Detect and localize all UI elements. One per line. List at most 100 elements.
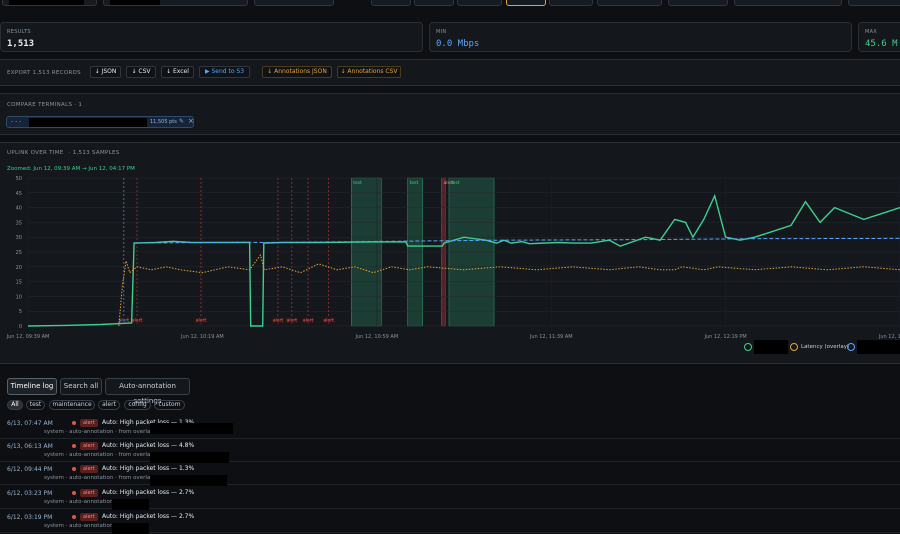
x-tick-label: Jun 12, 10:59 AM xyxy=(354,334,398,340)
log-row[interactable]: 6/13, 07:47 AM alert Auto: High packet l… xyxy=(0,416,900,439)
alert-dot-icon xyxy=(72,467,76,471)
filter-test[interactable]: test xyxy=(26,400,45,410)
log-row[interactable]: 6/12, 03:19 PM alert Auto: High packet l… xyxy=(0,510,900,534)
terminal-select[interactable] xyxy=(2,0,97,6)
y-tick-label: 45 xyxy=(16,191,22,197)
annotation-label: alert xyxy=(132,318,143,324)
results-card: RESULTS 1,513 xyxy=(0,22,423,52)
alert-dot-icon xyxy=(72,491,76,495)
export-annotations-csv-button[interactable]: ↓ Annotations CSV xyxy=(337,66,401,78)
annotation-label: alert xyxy=(303,318,314,324)
legend-latency-label: Latency (overlay) xyxy=(801,344,850,350)
export-csv-button[interactable]: ↓ CSV xyxy=(126,66,156,78)
filter-custom[interactable]: custom xyxy=(154,400,185,410)
log-subtitle: system · auto-annotation · xyxy=(44,523,117,529)
compare-terminal-chip[interactable]: - - - 11,505 pts ✎ × xyxy=(6,116,194,128)
export-annotations-json-button[interactable]: ↓ Annotations JSON xyxy=(262,66,332,78)
tab-timeline-log[interactable]: Timeline log xyxy=(7,378,57,395)
tab-auto-annotation-settings[interactable]: Auto-annotation settings xyxy=(105,378,190,405)
legend-uplink-name-redacted xyxy=(754,340,788,354)
y-tick-label: 40 xyxy=(16,206,22,212)
annotation-label: alert xyxy=(323,318,334,324)
log-title: Auto: High packet loss — 4.8% xyxy=(102,442,195,449)
chip-line-style: - - - xyxy=(11,118,22,125)
range-30d[interactable] xyxy=(597,0,662,6)
log-redacted xyxy=(112,523,149,534)
log-badge: alert xyxy=(80,442,98,450)
range-6h[interactable] xyxy=(414,0,454,6)
annotation-band-label: test xyxy=(410,180,419,186)
filter-all[interactable]: All xyxy=(7,400,23,410)
filter-config[interactable]: config xyxy=(124,400,151,410)
annotation-band-label: test xyxy=(451,180,460,186)
log-row[interactable]: 6/12, 09:44 PM alert Auto: High packet l… xyxy=(0,462,900,486)
annotation-band-label: test xyxy=(353,180,362,186)
x-tick-label: Jun 12, 11:39 AM xyxy=(529,334,573,340)
log-badge: alert xyxy=(80,489,98,497)
log-time: 6/13, 06:13 AM xyxy=(7,443,53,450)
chip-points: 11,505 pts xyxy=(150,119,177,125)
range-1h[interactable] xyxy=(371,0,411,6)
chart-title: UPLINK OVER TIME · 1,513 SAMPLES xyxy=(7,150,120,156)
log-row[interactable]: 6/12, 03:23 PM alert Auto: High packet l… xyxy=(0,486,900,510)
top-toolbar xyxy=(0,0,900,12)
terminal-select-2[interactable] xyxy=(103,0,248,6)
close-icon[interactable]: × xyxy=(188,117,194,125)
log-badge: alert xyxy=(80,465,98,473)
range-active[interactable] xyxy=(506,0,546,6)
annotation-label: alert xyxy=(196,318,207,324)
y-tick-label: 10 xyxy=(16,294,22,300)
filter-alert[interactable]: alert xyxy=(98,400,120,410)
custom-range-select[interactable] xyxy=(668,0,728,6)
log-badge: alert xyxy=(80,513,98,521)
max-value: 45.6 M xyxy=(865,39,898,49)
tab-search-all[interactable]: Search all xyxy=(60,378,102,395)
uplink-chart[interactable]: test test alert test 0 5 10 15 20 25 30 35 40 45 50 Jun… xyxy=(0,170,900,345)
min-value: 0.0 Mbps xyxy=(436,39,480,49)
export-excel-button[interactable]: ↓ Excel xyxy=(161,66,194,78)
legend-compare-swatch[interactable] xyxy=(847,343,855,351)
chip-terminal-name-redacted xyxy=(29,118,147,127)
alert-dot-icon xyxy=(72,444,76,448)
y-tick-label: 0 xyxy=(19,324,22,330)
y-tick-label: 50 xyxy=(16,176,22,182)
compare-panel: COMPARE TERMINALS · 1 xyxy=(0,93,900,135)
annotation-label: alert xyxy=(273,318,284,324)
edit-icon[interactable]: ✎ xyxy=(179,118,184,125)
send-to-s3-button[interactable]: ▶ Send to S3 xyxy=(199,66,250,78)
log-title: Auto: High packet loss — 1.3% xyxy=(102,465,195,472)
log-subtitle: system · auto-annotation · from overlay … xyxy=(44,429,158,435)
log-title: Auto: High packet loss — 2.7% xyxy=(102,489,195,496)
filter-maintenance[interactable]: maintenance xyxy=(49,400,95,410)
min-label: MIN xyxy=(436,29,447,35)
export-json-button[interactable]: ↓ JSON xyxy=(90,66,121,78)
export-label: EXPORT 1,513 RECORDS xyxy=(7,70,81,76)
log-time: 6/12, 03:23 PM xyxy=(7,490,53,497)
log-row[interactable]: 6/13, 06:13 AM alert Auto: High packet l… xyxy=(0,439,900,463)
min-card: MIN 0.0 Mbps xyxy=(429,22,852,52)
annotation-label: alert xyxy=(287,318,298,324)
metric-select[interactable] xyxy=(254,0,334,6)
range-24h[interactable] xyxy=(457,0,502,6)
y-tick-label: 35 xyxy=(16,220,22,226)
y-tick-label: 20 xyxy=(16,265,22,271)
results-value: 1,513 xyxy=(7,39,35,49)
start-date-input[interactable] xyxy=(734,0,842,6)
compare-label: COMPARE TERMINALS · 1 xyxy=(7,102,83,108)
results-label: RESULTS xyxy=(7,29,31,35)
log-time: 6/13, 07:47 AM xyxy=(7,420,53,427)
legend-latency-swatch[interactable] xyxy=(790,343,798,351)
x-tick-label: Jun 12, 09:39 AM xyxy=(6,334,50,340)
log-redacted xyxy=(150,423,233,434)
legend-uplink-swatch[interactable] xyxy=(744,343,752,351)
log-time: 6/12, 03:19 PM xyxy=(7,514,53,521)
log-subtitle: system · auto-annotation · from overlay … xyxy=(44,452,158,458)
log-subtitle: system · auto-annotation · xyxy=(44,499,117,505)
log-subtitle: system · auto-annotation · from overlay … xyxy=(44,475,158,481)
log-title: Auto: High packet loss — 2.7% xyxy=(102,513,195,520)
alert-dot-icon xyxy=(72,421,76,425)
range-7d[interactable] xyxy=(549,0,593,6)
max-label: MAX xyxy=(865,29,878,35)
end-date-input[interactable] xyxy=(848,0,900,6)
x-tick-label: Jun 12, 12:19 PM xyxy=(703,334,746,340)
